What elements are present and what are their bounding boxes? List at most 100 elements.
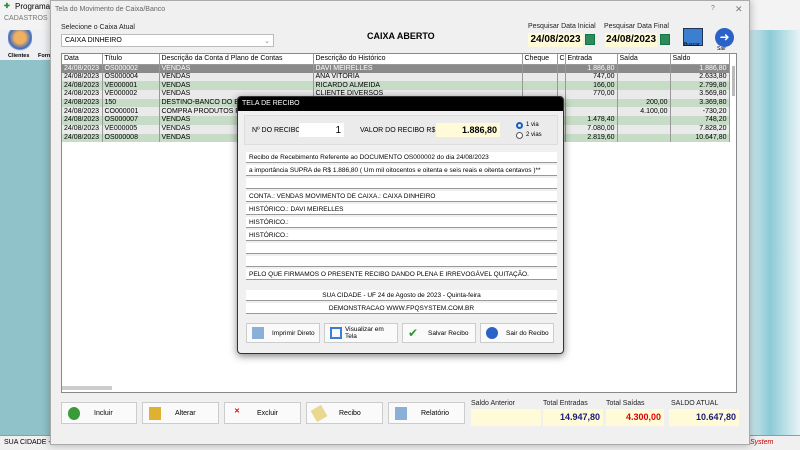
tool-forn[interactable]: Forn (38, 53, 50, 59)
app-title: Programa (15, 2, 51, 11)
table-cell: CO000001 (102, 107, 160, 117)
close-button[interactable]: ✕ (735, 4, 743, 15)
receipt-label: Recibo (339, 409, 361, 417)
chevron-down-icon: ⌄ (264, 38, 270, 45)
receipt-line[interactable] (246, 256, 557, 267)
menu-cadastros[interactable]: CADASTROS (4, 15, 48, 22)
report-button[interactable]: Relatório (388, 402, 465, 424)
receipt-line[interactable]: HISTÓRICO.: DAVI MEIRELLES (246, 204, 557, 215)
date-end-input[interactable]: 24/08/2023 (605, 33, 657, 47)
table-row[interactable]: 24/08/2023 OS000002 VENDAS DAVI MEIRELLES 1.… (62, 64, 730, 73)
receipt-line[interactable]: CONTA.: VENDAS MOVIMENTO DE CAIXA.: CAIX… (246, 191, 557, 202)
table-cell: 2.633,80 (670, 72, 730, 82)
receipt-number-input[interactable]: 1 (299, 123, 344, 137)
table-cell: -730,20 (670, 107, 730, 117)
current-balance: 10.647,80 (669, 409, 739, 426)
column-header[interactable]: Descrição da Conta d Plano de Contas (159, 54, 314, 65)
receipt-line[interactable]: Recibo de Recebimento Referente ao DOCUM… (246, 152, 557, 163)
dialog-title: TELA DE RECIBO (238, 97, 563, 111)
arrow-right-icon (486, 327, 498, 339)
receipt-value-input[interactable]: 1.886,80 (436, 123, 500, 137)
edit-icon (149, 406, 161, 420)
table-row[interactable]: 24/08/2023 OS000004 VENDAS ANA VITÓRIA 747,0… (62, 72, 730, 82)
table-cell: 7.828,20 (670, 124, 730, 134)
table-cell: 4.100,00 (617, 107, 671, 117)
column-header[interactable]: Entrada (565, 54, 618, 65)
receipt-city-date: SUA CIDADE - UF 24 de Agosto de 2023 - Q… (246, 290, 557, 301)
table-cell: DAVI MEIRELLES (313, 64, 523, 73)
radio-1-via[interactable] (516, 122, 523, 129)
cash-select[interactable]: CAIXA DINHEIRO ⌄ (61, 34, 274, 47)
table-cell: 24/08/2023 (62, 64, 103, 73)
table-cell: 10.647,80 (670, 133, 730, 143)
total-out: 4.300,00 (606, 409, 664, 426)
receipt-line[interactable] (246, 243, 557, 254)
receipt-company: DEMONSTRACAO WWW.FPQSYSTEM.COM.BR (246, 303, 557, 314)
calendar-icon[interactable] (585, 34, 595, 45)
column-header[interactable]: Data (62, 54, 103, 65)
background-image (750, 30, 800, 435)
date-end-label: Pesquisar Data Final (604, 23, 669, 30)
include-button[interactable]: Incluir (61, 402, 137, 424)
table-cell: VE000002 (102, 90, 160, 99)
radio-2-vias[interactable] (516, 132, 523, 139)
save-receipt-button[interactable]: ✔ Salvar Recibo (402, 323, 476, 343)
horizontal-scrollbar[interactable] (62, 386, 112, 390)
receipt-line[interactable] (246, 178, 557, 189)
window-title: Tela do Movimento de Caixa/Banco (55, 6, 166, 13)
column-header[interactable]: Cheque (522, 54, 558, 65)
search-label: Buscar (684, 42, 700, 48)
edit-button[interactable]: Alterar (142, 402, 219, 424)
table-cell: VE000005 (102, 124, 160, 134)
vertical-scrollbar[interactable] (732, 66, 735, 96)
table-cell (522, 81, 558, 91)
check-icon: ✔ (408, 326, 419, 340)
table-row[interactable]: 24/08/2023 VE000001 VENDAS RICARDO ALMEIDA 1… (62, 81, 730, 91)
column-header[interactable]: Descrição do Histórico (313, 54, 523, 65)
total-out-label: Total Saídas (606, 400, 645, 407)
status-system: System (750, 439, 774, 446)
table-cell: 24/08/2023 (62, 90, 103, 99)
delete-icon: ✕ (234, 407, 240, 415)
table-cell: 150 (102, 98, 160, 108)
exit-button[interactable]: ➜ Sair (715, 28, 734, 52)
app-logo-icon: ✚ (4, 3, 10, 10)
help-button[interactable]: ? (711, 5, 715, 12)
receipt-line[interactable]: a importância SUPRA de R$ 1.886,80 ( Um … (246, 165, 557, 176)
app-background (0, 60, 52, 435)
search-button[interactable]: Buscar (683, 28, 703, 48)
save-receipt-label: Salvar Recibo (428, 329, 469, 337)
table-cell: 24/08/2023 (62, 133, 103, 143)
delete-button[interactable]: ✕ Excluir (224, 402, 301, 424)
calendar-icon[interactable] (660, 34, 670, 45)
printer-icon (252, 327, 264, 339)
status-city: SUA CIDADE - (4, 439, 51, 446)
table-cell (617, 81, 671, 91)
cash-status: CAIXA ABERTO (367, 31, 435, 41)
receipt-button[interactable]: Recibo (306, 402, 383, 424)
view-screen-button[interactable]: Visualizar em Tela (324, 323, 398, 343)
table-cell (557, 81, 566, 91)
include-label: Incluir (94, 409, 113, 417)
table-cell: 1.478,40 (565, 116, 618, 125)
exit-receipt-button[interactable]: Sair do Recibo (480, 323, 554, 343)
column-header[interactable]: Saldo (670, 54, 730, 65)
receipt-line[interactable]: PELO QUE FIRMAMOS O PRESENTE RECIBO DAND… (246, 269, 557, 280)
column-header[interactable]: Título (102, 54, 160, 65)
receipt-line[interactable]: HISTÓRICO.: (246, 217, 557, 228)
table-cell: 2.799,80 (670, 81, 730, 91)
column-header[interactable]: Saída (617, 54, 671, 65)
print-direct-button[interactable]: Imprimir Direto (246, 323, 320, 343)
column-header[interactable]: C (557, 54, 566, 65)
table-cell: 7.080,00 (565, 124, 618, 134)
receipt-line[interactable]: HISTÓRICO.: (246, 230, 557, 241)
toolbar: Clientes Forn (0, 30, 52, 60)
tool-clients[interactable]: Clientes (8, 53, 29, 59)
table-cell: 24/08/2023 (62, 98, 103, 108)
clients-icon[interactable] (8, 30, 32, 52)
table-cell: 24/08/2023 (62, 116, 103, 125)
print-direct-label: Imprimir Direto (272, 329, 315, 337)
table-cell: RICARDO ALMEIDA (313, 81, 523, 91)
date-start-input[interactable]: 24/08/2023 (528, 33, 583, 47)
prev-balance-label: Saldo Anterior (471, 400, 515, 407)
